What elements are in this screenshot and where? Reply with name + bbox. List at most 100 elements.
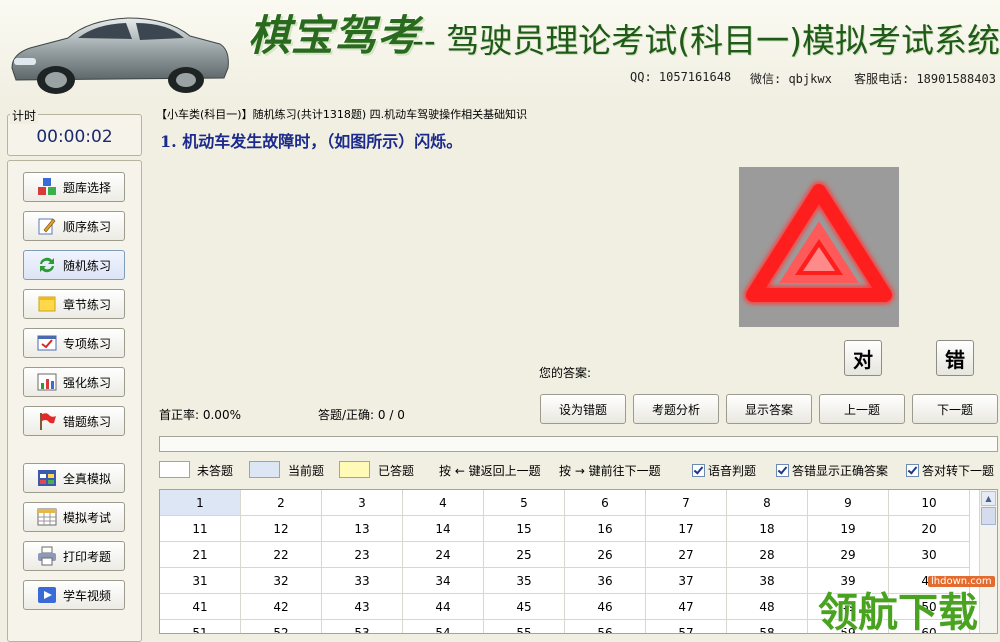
question-number-cell[interactable]: 42: [241, 594, 322, 620]
question-number-cell[interactable]: 24: [403, 542, 484, 568]
question-number-cell[interactable]: 45: [484, 594, 565, 620]
nav-driving-video-button[interactable]: 学车视频: [23, 580, 125, 610]
nav-sequential-practice-button[interactable]: 顺序练习: [23, 211, 125, 241]
question-number-cell[interactable]: 57: [646, 620, 727, 633]
question-number-cell[interactable]: 15: [484, 516, 565, 542]
question-number-cell[interactable]: 41: [160, 594, 241, 620]
play-video-icon: [37, 585, 57, 605]
nav-print-questions-button[interactable]: 打印考题: [23, 541, 125, 571]
question-number-cell[interactable]: 18: [727, 516, 808, 542]
question-number-cell[interactable]: 32: [241, 568, 322, 594]
question-number-cell[interactable]: 44: [403, 594, 484, 620]
question-number-cell[interactable]: 2: [241, 490, 322, 516]
question-number-cell[interactable]: 34: [403, 568, 484, 594]
question-number-cell[interactable]: 51: [160, 620, 241, 633]
show-correct-checkbox[interactable]: 答错显示正确答案: [776, 462, 888, 479]
question-number-cell[interactable]: 19: [808, 516, 889, 542]
contact-qq: QQ: 1057161648: [630, 70, 732, 84]
nav-label: 专项练习: [63, 336, 112, 351]
edit-pencil-icon: [37, 216, 57, 236]
calendar-grid-icon: [37, 507, 57, 527]
question-number-cell[interactable]: 9: [808, 490, 889, 516]
question-number-cell[interactable]: 38: [727, 568, 808, 594]
grid-scrollbar[interactable]: ▲: [979, 490, 997, 633]
scroll-up-icon[interactable]: ▲: [981, 491, 996, 506]
checkbox-checked-icon: [776, 464, 789, 477]
question-number-cell[interactable]: 43: [322, 594, 403, 620]
question-number-cell[interactable]: 7: [646, 490, 727, 516]
question-text: 1. 机动车发生故障时，（如图所示）闪烁。: [160, 132, 463, 151]
nav-label: 模拟考试: [63, 510, 112, 525]
question-number-cell[interactable]: 58: [727, 620, 808, 633]
question-number-cell[interactable]: 6: [565, 490, 646, 516]
hint-next-key: 按 → 键前往下一题: [559, 464, 661, 478]
question-number-cell[interactable]: 5: [484, 490, 565, 516]
nav-question-bank-button[interactable]: 题库选择: [23, 172, 125, 202]
nav-special-practice-button[interactable]: 专项练习: [23, 328, 125, 358]
question-number-cell[interactable]: 30: [889, 542, 970, 568]
legend-unanswered: 未答题: [197, 464, 234, 478]
voice-judge-checkbox[interactable]: 语音判题: [692, 462, 756, 479]
auto-next-checkbox[interactable]: 答对转下一题: [906, 462, 994, 479]
refresh-arrows-icon: [37, 255, 57, 275]
question-number-cell[interactable]: 17: [646, 516, 727, 542]
nav-full-simulation-button[interactable]: 全真模拟: [23, 463, 125, 493]
printer-icon: [37, 546, 57, 566]
question-number-cell[interactable]: 47: [646, 594, 727, 620]
question-number-cell[interactable]: 52: [241, 620, 322, 633]
question-number-cell[interactable]: 33: [322, 568, 403, 594]
app-window-icon: [37, 468, 57, 488]
question-number-cell[interactable]: 22: [241, 542, 322, 568]
question-number-cell[interactable]: 28: [727, 542, 808, 568]
question-number-cell[interactable]: 14: [403, 516, 484, 542]
question-number-cell[interactable]: 48: [727, 594, 808, 620]
next-question-button[interactable]: 下一题: [912, 394, 998, 424]
mark-wrong-button[interactable]: 设为错题: [540, 394, 626, 424]
question-number-cell[interactable]: 35: [484, 568, 565, 594]
nav-random-practice-button[interactable]: 随机练习: [23, 250, 125, 280]
car-logo-icon: [11, 17, 229, 94]
question-number-cell[interactable]: 12: [241, 516, 322, 542]
question-number-cell[interactable]: 3: [322, 490, 403, 516]
nav-label: 全真模拟: [63, 471, 112, 486]
answer-false-button[interactable]: 错: [936, 340, 974, 376]
question-number-cell[interactable]: 29: [808, 542, 889, 568]
nav-mock-exam-button[interactable]: 模拟考试: [23, 502, 125, 532]
question-number-cell[interactable]: 13: [322, 516, 403, 542]
question-number-cell[interactable]: 4: [403, 490, 484, 516]
question-number-cell[interactable]: 55: [484, 620, 565, 633]
question-number-cell[interactable]: 53: [322, 620, 403, 633]
question-number-cell[interactable]: 20: [889, 516, 970, 542]
nav-wrong-questions-button[interactable]: 错题练习: [23, 406, 125, 436]
scroll-thumb[interactable]: [981, 507, 996, 525]
question-number-cell[interactable]: 37: [646, 568, 727, 594]
current-swatch: [249, 461, 280, 478]
question-number-cell[interactable]: 23: [322, 542, 403, 568]
nav-chapter-practice-button[interactable]: 章节练习: [23, 289, 125, 319]
nav-label: 打印考题: [63, 549, 112, 564]
question-number-cell[interactable]: 56: [565, 620, 646, 633]
hint-previous-key: 按 ← 键返回上一题: [439, 464, 541, 478]
question-number-cell[interactable]: 25: [484, 542, 565, 568]
question-number-cell[interactable]: 16: [565, 516, 646, 542]
sticky-note-icon: [37, 294, 57, 314]
question-number-cell[interactable]: 31: [160, 568, 241, 594]
question-number-cell[interactable]: 21: [160, 542, 241, 568]
question-number-cell[interactable]: 26: [565, 542, 646, 568]
previous-question-button[interactable]: 上一题: [819, 394, 905, 424]
answer-true-button[interactable]: 对: [844, 340, 882, 376]
question-number-cell[interactable]: 54: [403, 620, 484, 633]
question-number-cell[interactable]: 10: [889, 490, 970, 516]
question-number-cell[interactable]: 1: [160, 490, 241, 516]
question-number-cell[interactable]: 11: [160, 516, 241, 542]
nav-intensive-practice-button[interactable]: 强化练习: [23, 367, 125, 397]
question-analysis-button[interactable]: 考题分析: [633, 394, 719, 424]
checkmark-card-icon: [37, 333, 57, 353]
question-number-cell[interactable]: 27: [646, 542, 727, 568]
nav-panel: 题库选择 顺序练习 随机练习 章节练习 专项练习 强化练习 错题练习 全真模拟 …: [7, 160, 142, 642]
watermark-site: lhdown.com: [928, 576, 995, 587]
question-number-cell[interactable]: 8: [727, 490, 808, 516]
question-number-cell[interactable]: 46: [565, 594, 646, 620]
show-answer-button[interactable]: 显示答案: [726, 394, 812, 424]
question-number-cell[interactable]: 36: [565, 568, 646, 594]
